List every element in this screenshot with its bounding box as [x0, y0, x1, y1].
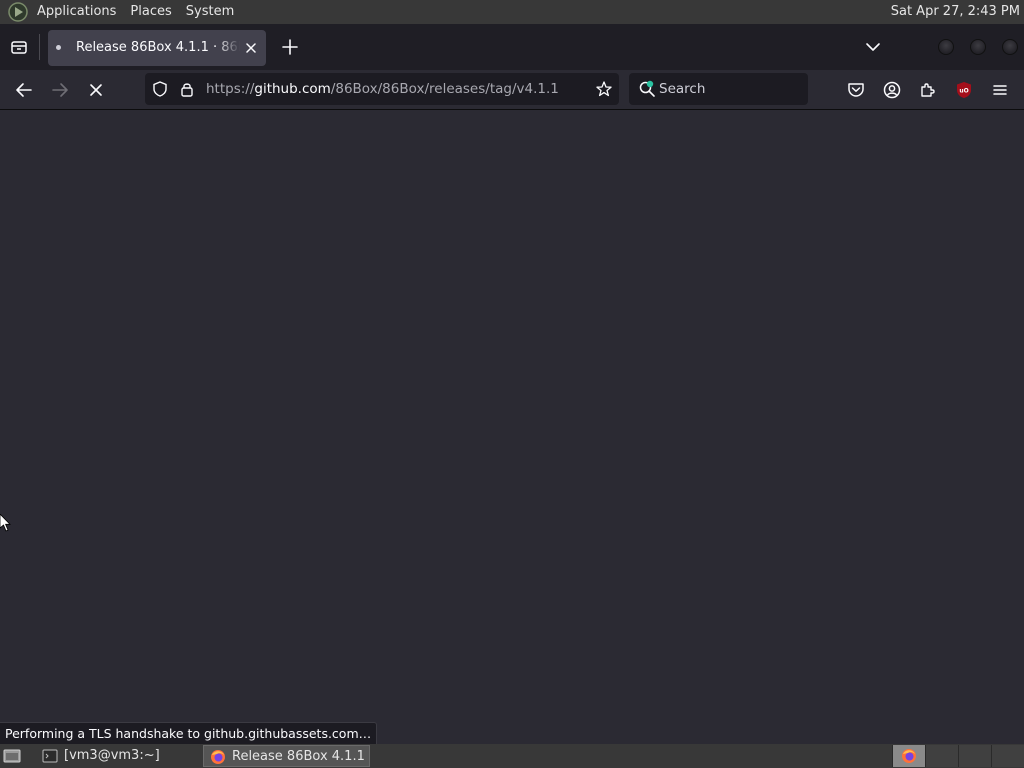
mouse-cursor-icon [0, 514, 11, 532]
show-desktop-icon[interactable] [3, 748, 21, 764]
ublock-origin-icon[interactable]: uO [952, 78, 976, 102]
tab-loading-indicator [56, 45, 61, 50]
workspace-1[interactable] [892, 745, 925, 767]
close-tab-icon[interactable] [242, 39, 260, 57]
bookmark-star-icon[interactable] [595, 80, 613, 98]
navigation-toolbar: https://github.com/86Box/86Box/releases/… [0, 70, 1024, 110]
maximize-window-button[interactable] [970, 39, 986, 55]
taskbar-item-label: [vm3@vm3:~] [64, 748, 160, 763]
menu-applications[interactable]: Applications [30, 0, 123, 24]
firefox-icon [211, 750, 225, 764]
menu-system[interactable]: System [179, 0, 241, 24]
page-content-area[interactable] [0, 111, 1024, 743]
firefox-icon [902, 749, 916, 763]
pocket-icon[interactable] [844, 78, 868, 102]
taskbar-item-label: Release 86Box 4.1.1 -… [232, 749, 369, 764]
workspace-2[interactable] [925, 745, 958, 767]
workspace-3[interactable] [958, 745, 991, 767]
url-host: github.com [254, 81, 331, 97]
workspace-switcher [892, 745, 1024, 767]
search-engine-icon[interactable] [638, 80, 656, 98]
panel-menu-bar: Applications Places System [30, 0, 241, 24]
stop-loading-icon[interactable] [84, 78, 108, 102]
tab-title: Release 86Box 4.1.1 · 86Box/86Box [76, 40, 240, 55]
hamburger-menu-icon[interactable] [988, 78, 1012, 102]
new-tab-icon[interactable] [279, 36, 301, 58]
forward-arrow-icon[interactable] [48, 78, 72, 102]
applications-logo-icon[interactable] [8, 2, 28, 22]
terminal-icon [42, 749, 58, 763]
extensions-puzzle-icon[interactable] [916, 78, 940, 102]
close-window-button[interactable] [1002, 39, 1018, 55]
list-all-tabs-icon[interactable] [8, 36, 30, 58]
svg-text:uO: uO [959, 88, 968, 95]
search-placeholder: Search [659, 81, 706, 97]
menu-places[interactable]: Places [123, 0, 178, 24]
account-icon[interactable] [880, 78, 904, 102]
workspace-4[interactable] [991, 745, 1024, 767]
top-panel: Applications Places System Sat Apr 27, 2… [0, 0, 1024, 24]
url-path: /86Box/86Box/releases/tag/v4.1.1 [330, 81, 559, 97]
tracking-protection-shield-icon[interactable] [151, 80, 169, 98]
bottom-taskbar: [vm3@vm3:~] Release 86Box 4.1.1 -… [0, 744, 1024, 768]
status-panel: Performing a TLS handshake to github.git… [0, 722, 378, 744]
tab-active[interactable]: Release 86Box 4.1.1 · 86Box/86Box [48, 30, 266, 66]
lock-icon[interactable] [178, 80, 196, 98]
search-bar[interactable]: Search [629, 73, 808, 105]
tab-strip: Release 86Box 4.1.1 · 86Box/86Box [0, 24, 1024, 70]
url-text[interactable]: https://github.com/86Box/86Box/releases/… [206, 73, 559, 105]
panel-clock[interactable]: Sat Apr 27, 2:43 PM [891, 0, 1020, 24]
back-arrow-icon[interactable] [12, 78, 36, 102]
url-bar[interactable]: https://github.com/86Box/86Box/releases/… [145, 73, 619, 105]
chevron-down-icon[interactable] [862, 36, 884, 58]
url-scheme: https:// [206, 81, 255, 97]
tab-separator [39, 34, 40, 60]
minimize-window-button[interactable] [938, 39, 954, 55]
taskbar-item-firefox[interactable]: Release 86Box 4.1.1 -… [203, 745, 370, 767]
taskbar-item-terminal[interactable]: [vm3@vm3:~] [36, 745, 200, 767]
